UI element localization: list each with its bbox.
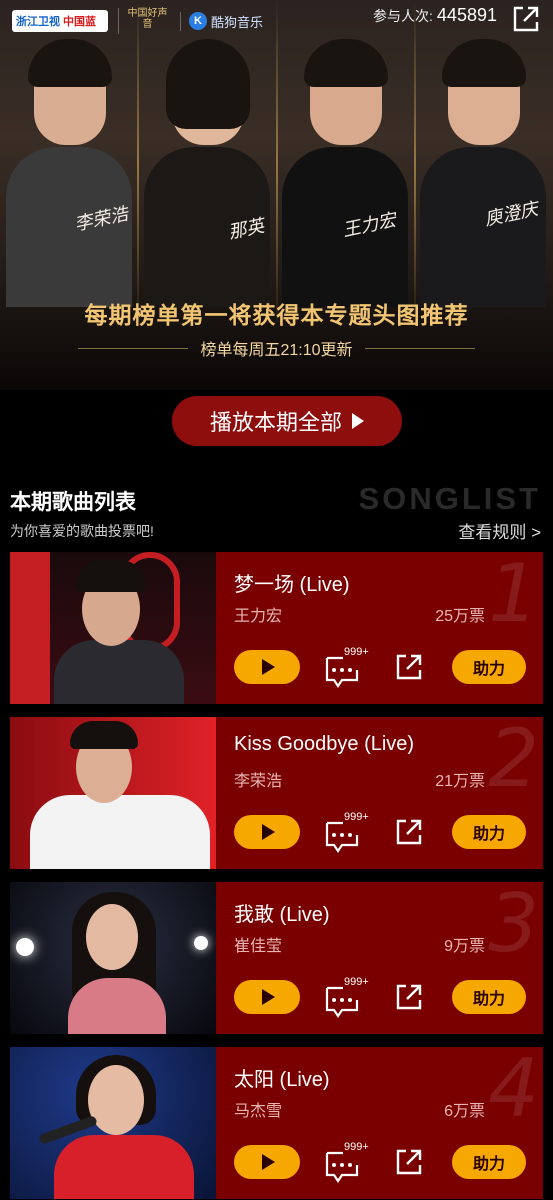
song-title: Kiss Goodbye (Live) — [234, 733, 415, 755]
song-title: 太阳 (Live) — [234, 1069, 330, 1091]
comment-count: 999+ — [344, 976, 369, 988]
comment-icon — [325, 821, 359, 853]
voice-of-china-logo: 中国好声音 — [118, 8, 170, 34]
song-votes: 9万票 — [444, 938, 485, 955]
play-all-button[interactable]: 播放本期全部 — [172, 396, 402, 446]
song-thumbnail — [10, 717, 216, 869]
song-votes: 6万票 — [444, 1103, 485, 1120]
comment-icon — [325, 1151, 359, 1183]
song-title: 梦一场 (Live) — [234, 574, 350, 596]
comment-count: 999+ — [344, 646, 369, 658]
song-thumbnail — [10, 552, 216, 704]
song-card[interactable]: 4 太阳 (Live) 马杰雪 6万票 999+ 助力 — [10, 1047, 543, 1199]
boost-button[interactable]: 助力 — [452, 980, 526, 1014]
kugou-logo: K 酷狗音乐 — [180, 11, 264, 31]
song-rank: 3 — [488, 877, 539, 970]
song-thumbnail — [10, 882, 216, 1034]
song-thumbnail — [10, 1047, 216, 1199]
song-votes: 25万票 — [435, 608, 485, 625]
logo-text: 浙江卫视 — [16, 16, 60, 28]
comment-button[interactable]: 999+ — [324, 1141, 374, 1183]
divider — [364, 347, 475, 349]
song-title: 我敢 (Live) — [234, 904, 330, 926]
update-schedule: 榜单每周五21:10更新 — [200, 342, 353, 359]
play-icon — [262, 659, 275, 675]
comment-icon — [325, 656, 359, 688]
view-rules-link[interactable]: 查看规则 > — [458, 518, 541, 543]
play-icon — [262, 824, 275, 840]
play-all-label: 播放本期全部 — [209, 410, 342, 435]
hero-headline: 每期榜单第一将获得本专题头图推荐 — [84, 302, 469, 328]
song-artist: 李荣浩 — [234, 773, 283, 790]
hero-banner: 李荣浩 那英 王力宏 庾澄庆 浙江卫视 中国蓝 中国好声音 K 酷狗音乐 参与人… — [0, 0, 553, 390]
play-icon — [262, 1154, 275, 1170]
songlist-watermark: SONGLIST — [358, 481, 541, 516]
comment-count: 999+ — [344, 1141, 369, 1153]
logo-text: 中国蓝 — [63, 16, 96, 28]
participants-count: 445891 — [436, 5, 497, 25]
hero-subline: 榜单每周五21:10更新 — [0, 336, 553, 360]
play-icon — [352, 413, 364, 429]
song-artist: 马杰雪 — [234, 1103, 283, 1120]
comment-button[interactable]: 999+ — [324, 811, 374, 853]
logo-text: 酷狗音乐 — [211, 14, 264, 30]
zhejiang-tv-logo: 浙江卫视 中国蓝 — [12, 10, 108, 32]
song-card[interactable]: 3 我敢 (Live) 崔佳莹 9万票 999+ 助力 — [10, 882, 543, 1034]
brand-logos: 浙江卫视 中国蓝 中国好声音 K 酷狗音乐 — [12, 8, 263, 34]
judge-portrait: 李荣浩 — [0, 35, 138, 307]
judge-portrait: 那英 — [138, 35, 276, 307]
share-icon[interactable] — [394, 1147, 424, 1177]
boost-button[interactable]: 助力 — [452, 650, 526, 684]
play-button[interactable] — [234, 815, 300, 849]
song-card[interactable]: 2 Kiss Goodbye (Live) 李荣浩 21万票 999+ 助力 — [10, 717, 543, 869]
song-votes: 21万票 — [435, 773, 485, 790]
judge-portrait: 王力宏 — [276, 35, 414, 307]
boost-button[interactable]: 助力 — [452, 1145, 526, 1179]
comment-count: 999+ — [344, 811, 369, 823]
share-icon[interactable] — [394, 982, 424, 1012]
song-artist: 崔佳莹 — [234, 938, 283, 955]
comment-button[interactable]: 999+ — [324, 976, 374, 1018]
play-button[interactable] — [234, 980, 300, 1014]
kugou-icon: K — [189, 12, 207, 30]
share-icon[interactable] — [394, 817, 424, 847]
judge-portrait: 庾澄庆 — [414, 35, 552, 307]
participant-counter: 参与人次: 445891 — [373, 5, 497, 26]
play-button[interactable] — [234, 1145, 300, 1179]
song-rank: 4 — [488, 1042, 539, 1135]
song-artist: 王力宏 — [234, 608, 283, 625]
comment-icon — [325, 986, 359, 1018]
share-icon[interactable] — [511, 4, 541, 34]
comment-button[interactable]: 999+ — [324, 646, 374, 688]
play-button[interactable] — [234, 650, 300, 684]
song-card[interactable]: 1 梦一场 (Live) 王力宏 25万票 999+ 助力 — [10, 552, 543, 704]
songlist-subtitle: 为你喜爱的歌曲投票吧! — [10, 523, 154, 539]
share-icon[interactable] — [394, 652, 424, 682]
song-rank: 1 — [488, 547, 539, 640]
song-rank: 2 — [488, 712, 539, 805]
play-icon — [262, 989, 275, 1005]
songlist-title: 本期歌曲列表 — [10, 491, 136, 514]
boost-button[interactable]: 助力 — [452, 815, 526, 849]
divider — [78, 347, 189, 349]
participants-label: 参与人次: — [373, 8, 433, 24]
